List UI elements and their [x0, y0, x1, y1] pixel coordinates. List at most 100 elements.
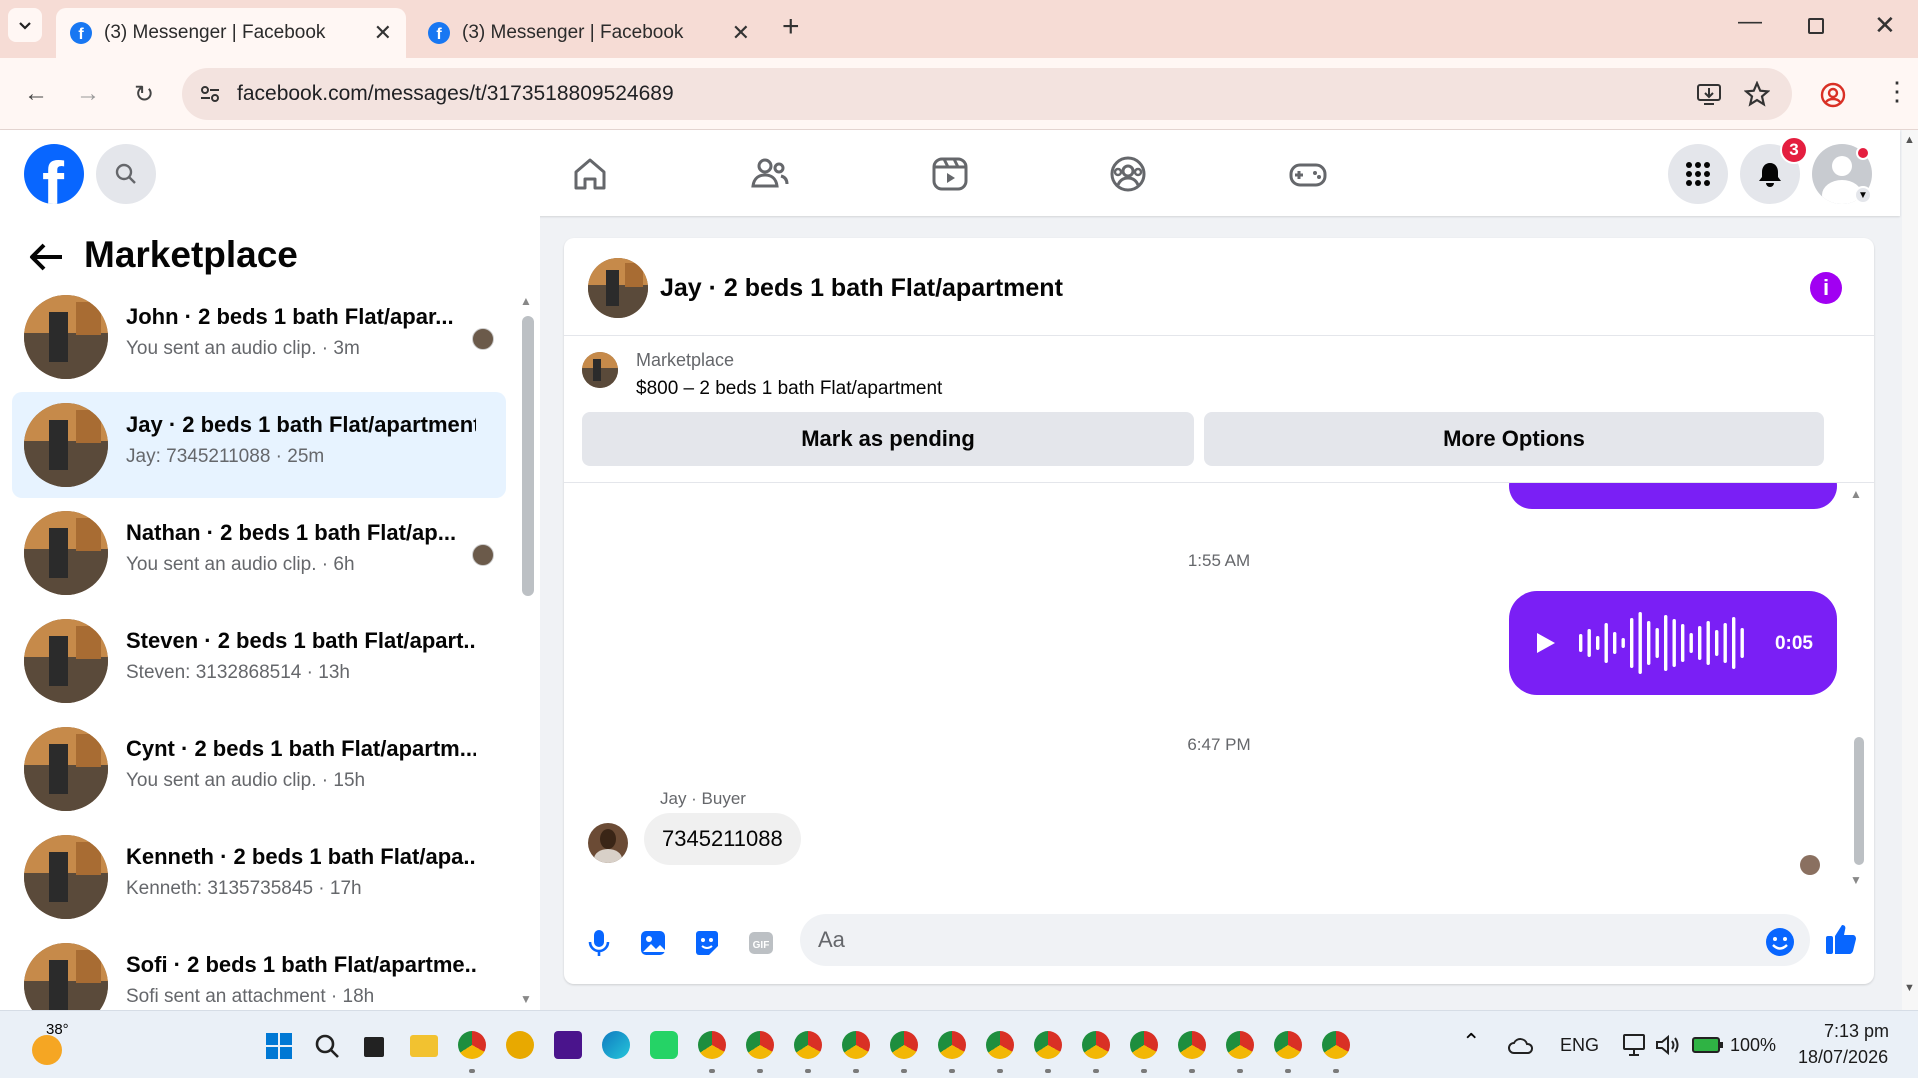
tab-search-button[interactable] [8, 8, 42, 42]
bookmark-star-icon[interactable] [1744, 81, 1770, 107]
gaming-icon[interactable] [1286, 152, 1330, 196]
play-icon[interactable] [1535, 631, 1557, 655]
chrome-icon[interactable] [746, 1031, 774, 1059]
account-chevron-icon[interactable]: ▼ [1854, 186, 1872, 204]
waveform-bar [1672, 619, 1676, 667]
facebook-logo[interactable]: f [24, 144, 84, 204]
waveform-bar [1596, 636, 1600, 650]
photo-icon[interactable] [638, 928, 668, 958]
listing-thumbnail[interactable] [582, 352, 618, 388]
back-arrow-icon[interactable] [28, 242, 64, 272]
search-button[interactable] [96, 144, 156, 204]
weather-icon[interactable] [32, 1035, 62, 1065]
more-options-button[interactable]: More Options [1204, 412, 1824, 466]
task-view-icon[interactable] [364, 1037, 384, 1057]
info-icon[interactable]: i [1810, 272, 1842, 304]
scroll-up-arrow[interactable]: ▲ [520, 294, 532, 308]
conversation-item[interactable]: Cynt · 2 beds 1 bath Flat/apartm... You s… [12, 716, 506, 822]
left-scrollbar[interactable] [522, 316, 534, 596]
snipping-tool-icon[interactable] [506, 1031, 534, 1059]
chrome-icon[interactable] [1226, 1031, 1254, 1059]
chrome-icon[interactable] [986, 1031, 1014, 1059]
minimize-button[interactable]: — [1738, 8, 1762, 36]
battery-icon[interactable] [1692, 1035, 1724, 1055]
message-input[interactable]: Aa [800, 914, 1810, 966]
reload-button[interactable]: ↻ [128, 78, 160, 110]
mark-as-pending-button[interactable]: Mark as pending [582, 412, 1194, 466]
app-icon[interactable] [554, 1031, 582, 1059]
address-bar[interactable]: facebook.com/messages/t/3173518809524689 [182, 68, 1792, 120]
chrome-icon[interactable] [794, 1031, 822, 1059]
audio-message-partial[interactable] [1509, 483, 1837, 509]
close-window-button[interactable]: ✕ [1874, 10, 1896, 41]
chrome-icon[interactable] [1274, 1031, 1302, 1059]
language-indicator[interactable]: ENG [1560, 1035, 1599, 1056]
sticker-icon[interactable] [692, 928, 722, 958]
like-icon[interactable] [1824, 922, 1858, 956]
chrome-icon[interactable] [1082, 1031, 1110, 1059]
browser-menu-icon[interactable]: ⋮ [1884, 76, 1910, 107]
conversation-item[interactable]: Steven · 2 beds 1 bath Flat/apart... Stev… [12, 608, 506, 714]
network-icon[interactable] [1622, 1033, 1648, 1057]
menu-button[interactable] [1668, 144, 1728, 204]
page-scrollbar[interactable]: ▲ ▼ [1902, 130, 1918, 1010]
sender-avatar[interactable] [588, 823, 628, 863]
chrome-icon[interactable] [698, 1031, 726, 1059]
running-indicator [1093, 1069, 1099, 1073]
whatsapp-icon[interactable] [650, 1031, 678, 1059]
chat-title[interactable]: Jay · 2 beds 1 bath Flat/apartment [660, 274, 1063, 303]
tab-title: (3) Messenger | Facebook [462, 22, 684, 43]
chrome-icon[interactable] [1322, 1031, 1350, 1059]
groups-icon[interactable] [1106, 152, 1150, 196]
conversation-item[interactable]: Jay · 2 beds 1 bath Flat/apartment Jay: 7… [12, 392, 506, 498]
chat-avatar[interactable] [588, 258, 648, 318]
clock-time[interactable]: 7:13 pm [1824, 1021, 1889, 1042]
chat-scrollbar[interactable] [1854, 737, 1864, 865]
video-icon[interactable] [928, 152, 972, 196]
conversation-item[interactable]: Kenneth · 2 beds 1 bath Flat/apa... Kenne… [12, 824, 506, 930]
seen-avatar [472, 544, 494, 566]
chrome-icon[interactable] [1034, 1031, 1062, 1059]
marketplace-conversation-list: Marketplace John · 2 beds 1 bath Flat/ap… [0, 216, 540, 1027]
new-tab-button[interactable]: + [782, 10, 800, 44]
windows-start-icon[interactable] [266, 1033, 292, 1059]
file-explorer-icon[interactable] [410, 1035, 438, 1057]
chrome-icon[interactable] [938, 1031, 966, 1059]
close-tab-icon[interactable]: ✕ [732, 20, 750, 46]
scroll-down-arrow[interactable]: ▼ [520, 992, 532, 1006]
chrome-icon[interactable] [1178, 1031, 1206, 1059]
search-icon[interactable] [314, 1033, 340, 1059]
cloud-icon[interactable] [1508, 1037, 1534, 1055]
audio-message[interactable]: 0:05 [1509, 591, 1837, 695]
close-tab-icon[interactable]: ✕ [374, 20, 392, 46]
forward-button[interactable]: → [72, 78, 104, 110]
site-settings-icon[interactable] [198, 82, 222, 106]
chrome-icon[interactable] [458, 1031, 486, 1059]
listing-title[interactable]: $800 – 2 beds 1 bath Flat/apartment [636, 378, 942, 400]
home-icon[interactable] [568, 152, 612, 196]
tray-chevron-icon[interactable]: ⌃ [1462, 1029, 1480, 1055]
url-text: facebook.com/messages/t/3173518809524689 [237, 82, 674, 105]
install-app-icon[interactable] [1696, 81, 1722, 107]
browser-tab[interactable]: f (3) Messenger | Facebook ✕ [414, 8, 764, 58]
volume-icon[interactable] [1654, 1033, 1680, 1057]
conversation-item[interactable]: Nathan · 2 beds 1 bath Flat/ap... You sen… [12, 500, 506, 606]
scroll-up-arrow[interactable]: ▲ [1850, 487, 1862, 501]
emoji-icon[interactable] [1764, 926, 1796, 958]
chrome-icon[interactable] [1130, 1031, 1158, 1059]
scroll-down-arrow[interactable]: ▼ [1850, 873, 1862, 887]
back-button[interactable]: ← [20, 78, 52, 110]
browser-tab-active[interactable]: f (3) Messenger | Facebook ✕ [56, 8, 406, 58]
restore-button[interactable] [1808, 18, 1824, 34]
chrome-icon[interactable] [890, 1031, 918, 1059]
chrome-icon[interactable] [842, 1031, 870, 1059]
edge-icon[interactable] [602, 1031, 630, 1059]
microphone-icon[interactable] [584, 928, 614, 958]
conversation-name: Cynt · 2 beds 1 bath Flat/apartm... [126, 736, 476, 761]
conversation-item[interactable]: John · 2 beds 1 bath Flat/apar... You sen… [12, 284, 506, 390]
incoming-message[interactable]: 7345211088 [644, 813, 801, 865]
gif-icon[interactable]: GIF [746, 928, 776, 958]
profile-icon[interactable] [1820, 82, 1846, 108]
friends-icon[interactable] [748, 152, 792, 196]
clock-date[interactable]: 18/07/2026 [1798, 1047, 1888, 1068]
